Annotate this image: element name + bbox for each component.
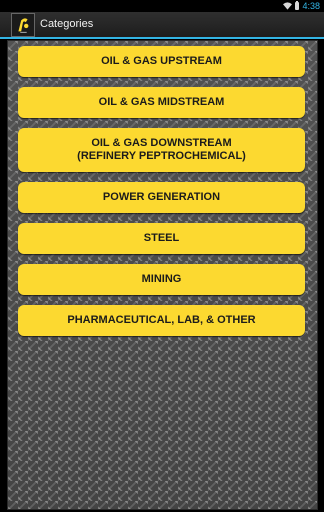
category-button-oil-gas-midstream[interactable]: OIL & GAS MIDSTREAM: [18, 87, 305, 118]
wifi-icon: [283, 2, 293, 10]
action-bar-underline: [0, 37, 324, 39]
category-label: POWER GENERATION: [102, 191, 221, 203]
category-button-power-generation[interactable]: POWER GENERATION: [18, 182, 305, 213]
category-button-steel[interactable]: STEEL: [18, 223, 305, 254]
category-label: OIL & GAS DOWNSTREAM: [91, 137, 232, 149]
category-button-oil-gas-downstream[interactable]: OIL & GAS DOWNSTREAM (REFINERY PEPTROCHE…: [18, 128, 305, 172]
category-label: MINING: [141, 273, 182, 285]
category-button-oil-gas-upstream[interactable]: OIL & GAS UPSTREAM: [18, 46, 305, 77]
category-label: STEEL: [143, 232, 180, 244]
status-bar: 4:38: [0, 0, 324, 12]
status-time: 4:38: [302, 1, 320, 11]
battery-icon: [295, 1, 300, 10]
status-icons: 4:38: [283, 0, 320, 12]
category-label: OIL & GAS UPSTREAM: [101, 55, 222, 67]
page-title: Categories: [40, 18, 94, 30]
app-logo-icon[interactable]: [11, 13, 35, 37]
category-button-pharmaceutical-lab-other[interactable]: PHARMACEUTICAL, LAB, & OTHER: [18, 305, 305, 336]
category-label-line2: (REFINERY PEPTROCHEMICAL): [77, 150, 246, 162]
category-button-mining[interactable]: MINING: [18, 264, 305, 295]
action-bar: Categories: [0, 12, 324, 39]
category-label: PHARMACEUTICAL, LAB, & OTHER: [67, 314, 256, 326]
category-label: OIL & GAS MIDSTREAM: [98, 96, 225, 108]
